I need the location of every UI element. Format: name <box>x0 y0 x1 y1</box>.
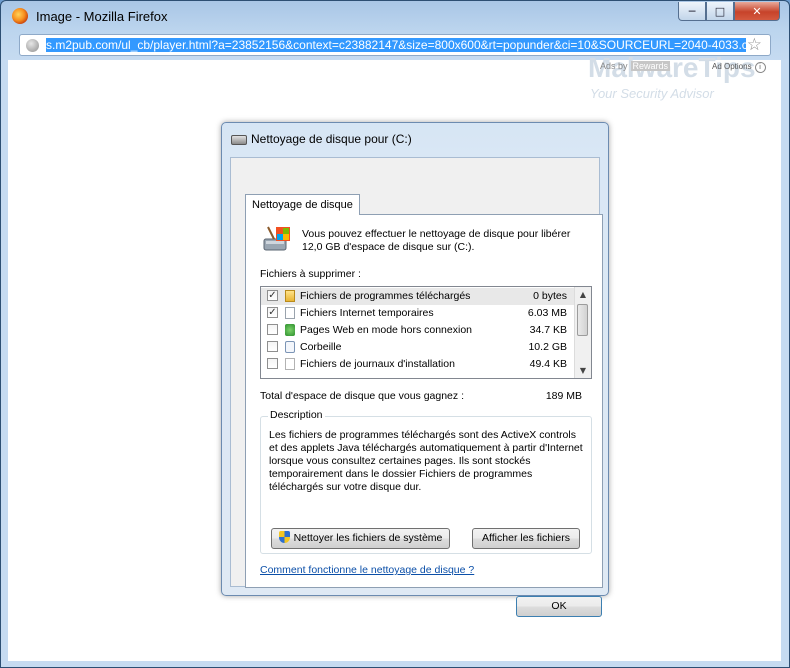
list-item[interactable]: Fichiers de journaux d'installation 49.4… <box>261 356 575 373</box>
tab-disk-cleanup[interactable]: Nettoyage de disque <box>245 194 360 215</box>
file-checkbox[interactable] <box>267 341 278 352</box>
caption-buttons: ─ □ ✕ <box>678 2 780 21</box>
file-size: 6.03 MB <box>527 307 567 319</box>
web-page-icon <box>285 324 295 336</box>
file-checkbox[interactable] <box>267 358 278 369</box>
minimize-button[interactable]: ─ <box>678 2 706 21</box>
scroll-thumb[interactable] <box>577 304 588 336</box>
files-to-delete-label: Fichiers à supprimer : <box>260 268 361 280</box>
uac-shield-icon <box>278 531 290 543</box>
recycle-bin-icon <box>285 341 295 353</box>
list-item[interactable]: Corbeille 10.2 GB <box>261 339 575 356</box>
list-scrollbar[interactable]: ▲ ▼ <box>574 287 591 378</box>
total-space-label: Total d'espace de disque que vous gagnez… <box>260 390 464 402</box>
view-files-button[interactable]: Afficher les fichiers <box>472 528 580 549</box>
clean-system-files-label: Nettoyer les fichiers de système <box>293 532 443 544</box>
maximize-icon: □ <box>714 4 726 18</box>
close-button[interactable]: ✕ <box>734 2 780 21</box>
window-title: Image - Mozilla Firefox <box>36 9 168 24</box>
list-item[interactable]: ✓ Fichiers Internet temporaires 6.03 MB <box>261 305 575 322</box>
dialog-title: Nettoyage de disque pour (C:) <box>251 132 412 146</box>
ads-by-text: Ads by <box>600 61 628 71</box>
ok-button[interactable]: OK <box>516 596 602 617</box>
url-text-selected: s.m2pub.com/ul_cb/player.html?a=23852156… <box>46 38 746 52</box>
file-checkbox[interactable]: ✓ <box>267 307 278 318</box>
url-field[interactable]: s.m2pub.com/ul_cb/player.html?a=23852156… <box>46 38 746 53</box>
hard-drive-icon <box>231 135 247 145</box>
ad-choices[interactable]: Ad Options i <box>712 62 766 73</box>
file-checkbox[interactable]: ✓ <box>267 290 278 301</box>
intro-text: Vous pouvez effectuer le nettoyage de di… <box>302 228 571 253</box>
folder-icon <box>285 290 295 302</box>
dialog-body: Nettoyage de disque Vous pouvez effectue… <box>230 157 603 617</box>
title-bar: Image - Mozilla Firefox ─ □ ✕ <box>1 1 789 31</box>
file-size: 49.4 KB <box>529 358 567 370</box>
total-space-value: 189 MB <box>545 390 582 402</box>
close-icon: ✕ <box>752 4 762 18</box>
firefox-logo-icon <box>12 8 28 24</box>
list-item[interactable]: ✓ Fichiers de programmes téléchargés 0 b… <box>261 288 575 305</box>
maximize-button[interactable]: □ <box>706 2 734 21</box>
description-group: Description Les fichiers de programmes t… <box>260 409 592 554</box>
document-icon <box>285 358 295 370</box>
page-icon <box>285 307 295 319</box>
file-checkbox[interactable] <box>267 324 278 335</box>
list-item[interactable]: Pages Web en mode hors connexion 34.7 KB <box>261 322 575 339</box>
ads-by-label: Ads by Rewards <box>600 61 671 71</box>
ad-choices-text: Ad Options <box>712 62 752 71</box>
files-list[interactable]: ✓ Fichiers de programmes téléchargés 0 b… <box>260 286 592 379</box>
file-size: 34.7 KB <box>529 324 567 336</box>
globe-icon <box>26 39 39 52</box>
file-name: Corbeille <box>300 341 342 353</box>
address-bar[interactable]: s.m2pub.com/ul_cb/player.html?a=23852156… <box>19 34 771 56</box>
help-link[interactable]: Comment fonctionne le nettoyage de disqu… <box>260 564 474 576</box>
minimize-icon: ─ <box>688 4 696 18</box>
scroll-up-arrow-icon[interactable]: ▲ <box>575 287 591 302</box>
file-name: Pages Web en mode hors connexion <box>300 324 472 336</box>
tab-panel: Vous pouvez effectuer le nettoyage de di… <box>245 214 603 588</box>
clean-system-files-button[interactable]: Nettoyer les fichiers de système <box>271 528 450 549</box>
file-name: Fichiers Internet temporaires <box>300 307 434 319</box>
file-size: 0 bytes <box>533 290 567 302</box>
disk-cleanup-icon <box>263 226 290 251</box>
file-size: 10.2 GB <box>528 341 567 353</box>
description-legend: Description <box>268 409 325 421</box>
disk-cleanup-dialog: Nettoyage de disque pour (C:) Nettoyage … <box>221 122 609 617</box>
file-name: Fichiers de journaux d'installation <box>300 358 455 370</box>
bookmark-star-icon[interactable]: ☆ <box>747 36 762 54</box>
file-name: Fichiers de programmes téléchargés <box>300 290 471 302</box>
description-text: Les fichiers de programmes téléchargés s… <box>269 429 583 493</box>
scroll-down-arrow-icon[interactable]: ▼ <box>575 363 591 378</box>
ad-sponsor[interactable]: Rewards <box>630 61 671 71</box>
info-icon: i <box>754 62 766 73</box>
